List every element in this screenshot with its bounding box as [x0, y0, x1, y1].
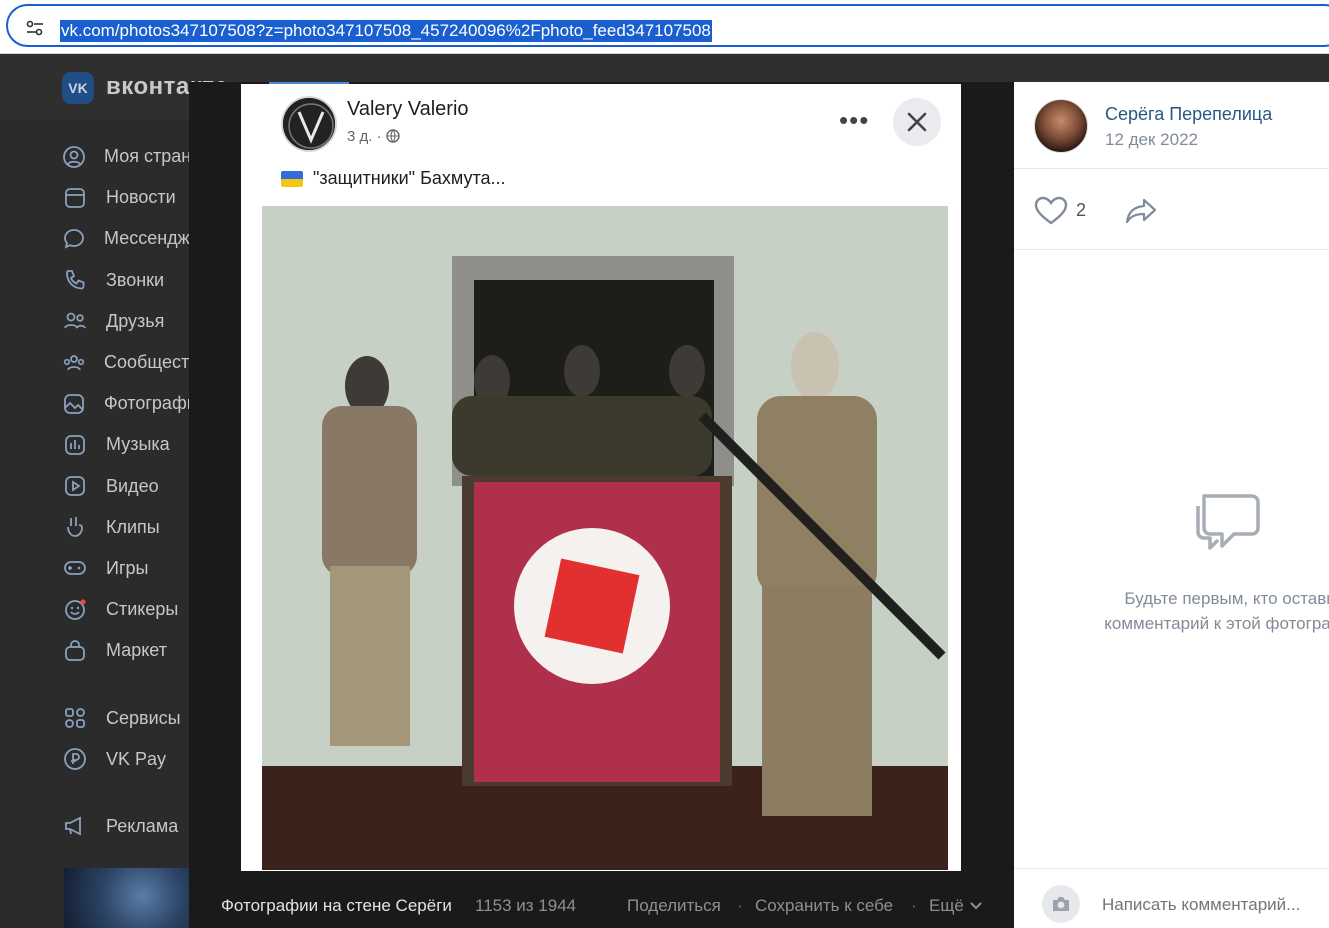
sidebar-item[interactable]: Моя страница — [62, 136, 222, 177]
communities-icon — [62, 351, 86, 375]
camera-icon — [1053, 897, 1069, 911]
music-icon — [62, 433, 88, 457]
fb-post-meta: 3 д. · — [347, 128, 400, 145]
sidebar-item-label: Маркет — [106, 640, 167, 661]
user-icon — [62, 145, 86, 169]
post-date[interactable]: 12 дек 2022 — [1105, 130, 1198, 150]
news-icon — [62, 186, 88, 210]
clips-icon — [62, 515, 88, 539]
sidebar-item[interactable]: Маркет — [62, 630, 192, 671]
sidebar-item[interactable]: Звонки — [62, 260, 192, 301]
friends-icon — [62, 309, 88, 333]
sidebar-item-label: Новости — [106, 187, 176, 208]
site-settings-icon[interactable] — [26, 20, 44, 36]
sidebar-item[interactable]: Сервисы — [62, 697, 192, 738]
reactions-bar: 2 — [1014, 170, 1329, 250]
comments-empty-icon — [1196, 494, 1260, 550]
fb-author-name: Valery Valerio — [347, 98, 469, 120]
services-icon — [62, 706, 88, 730]
photo-counter: 1153 из 1944 — [475, 896, 577, 915]
fb-caption-text: "защитники" Бахмута... — [313, 168, 506, 188]
sidebar-item-label: Сервисы — [106, 707, 181, 728]
games-icon — [62, 556, 88, 580]
sidebar-item-label: Клипы — [106, 516, 160, 537]
sidebar-item[interactable]: Стикеры — [62, 589, 192, 630]
more-button[interactable]: Ещё — [929, 896, 964, 916]
screenshot-post-header: Valery Valerio 3 д. · ••• "защитники" Ба… — [259, 90, 947, 205]
sidebar-item[interactable]: Реклама — [62, 806, 192, 847]
vk-logo-icon[interactable]: VK — [62, 72, 94, 104]
ad-image[interactable] — [64, 868, 194, 928]
sidebar-item[interactable]: Сообщества — [62, 342, 209, 383]
fb-post-caption: "защитники" Бахмута... — [281, 168, 506, 189]
phone-icon — [62, 268, 88, 292]
chevron-down-icon[interactable] — [969, 898, 983, 912]
like-count: 2 — [1076, 200, 1087, 220]
fb-author-avatar — [281, 96, 337, 152]
sidebar-item[interactable]: VK Pay — [62, 739, 192, 780]
globe-icon — [386, 129, 400, 143]
video-icon — [62, 474, 88, 498]
more-options-icon: ••• — [839, 105, 870, 135]
fb-post-time: 3 д. · — [347, 128, 386, 145]
sidebar-item-label: Видео — [106, 475, 159, 496]
empty-comments-line2: комментарий к этой фотографии — [1104, 614, 1329, 633]
sidebar-item-label: Игры — [106, 557, 149, 578]
footer-separator: · — [911, 896, 917, 915]
author-block: Серёга Перепелица 12 дек 2022 — [1014, 82, 1329, 169]
comment-input[interactable] — [1102, 895, 1329, 915]
sidebar-item[interactable]: Видео — [62, 466, 192, 507]
author-avatar-logo-icon — [283, 98, 335, 150]
close-icon — [893, 98, 941, 146]
sidebar-item[interactable]: Игры — [62, 548, 192, 589]
photo-info-panel: Серёга Перепелица 12 дек 2022 2 Будьте п… — [1014, 82, 1329, 928]
stickers-icon — [62, 598, 88, 622]
share-button[interactable]: Поделиться — [627, 896, 721, 916]
empty-comments-text: Будьте первым, кто оставит комментарий к… — [1084, 586, 1329, 636]
sidebar-item-label: VK Pay — [106, 748, 167, 769]
left-sidebar: Моя страница Новости Мессенджер Звонки Друзь… — [62, 136, 222, 847]
like-heart-icon[interactable] — [1034, 196, 1068, 226]
sidebar-item[interactable]: Музыка — [62, 424, 192, 465]
url-text[interactable]: vk.com/photos347107508?z=photo347107508_… — [60, 20, 712, 42]
vkpay-icon — [62, 747, 88, 771]
save-to-profile-button[interactable]: Сохранить к себе — [755, 896, 893, 916]
sidebar-item-label: Друзья — [106, 310, 165, 331]
author-avatar[interactable] — [1034, 99, 1088, 153]
footer-separator: · — [737, 896, 743, 915]
message-icon — [62, 227, 86, 251]
post-photo[interactable] — [262, 206, 948, 870]
address-bar[interactable]: vk.com/photos347107508?z=photo347107508_… — [6, 4, 1329, 47]
share-arrow-icon[interactable] — [1124, 196, 1158, 226]
sidebar-item[interactable]: Мессенджер — [62, 218, 210, 259]
viewer-footer: Фотографии на стене Серёги 1153 из 1944 … — [189, 884, 1014, 928]
sidebar-item-label: Реклама — [106, 815, 179, 836]
sidebar-divider — [62, 780, 192, 806]
ukraine-flag-icon — [281, 170, 303, 187]
attach-photo-button[interactable] — [1042, 885, 1080, 923]
empty-comments-line1: Будьте первым, кто оставит — [1124, 589, 1329, 608]
sidebar-item[interactable]: Клипы — [62, 507, 192, 548]
sidebar-item-label: Звонки — [106, 269, 165, 290]
sidebar-divider — [62, 671, 192, 697]
browser-toolbar: vk.com/photos347107508?z=photo347107508_… — [0, 0, 1329, 54]
sidebar-item-label: Стикеры — [106, 599, 179, 620]
author-name-link[interactable]: Серёга Перепелица — [1105, 104, 1272, 125]
photo-icon — [62, 392, 86, 416]
market-icon — [62, 639, 88, 663]
sidebar-item-label: Музыка — [106, 434, 170, 455]
sidebar-item[interactable]: Новости — [62, 177, 192, 218]
sidebar-item[interactable]: Друзья — [62, 301, 192, 342]
sidebar-item[interactable]: Фотографии — [62, 383, 207, 424]
comment-bar — [1014, 868, 1329, 928]
megaphone-icon — [62, 814, 88, 838]
album-link[interactable]: Фотографии на стене Серёги — [221, 896, 452, 916]
